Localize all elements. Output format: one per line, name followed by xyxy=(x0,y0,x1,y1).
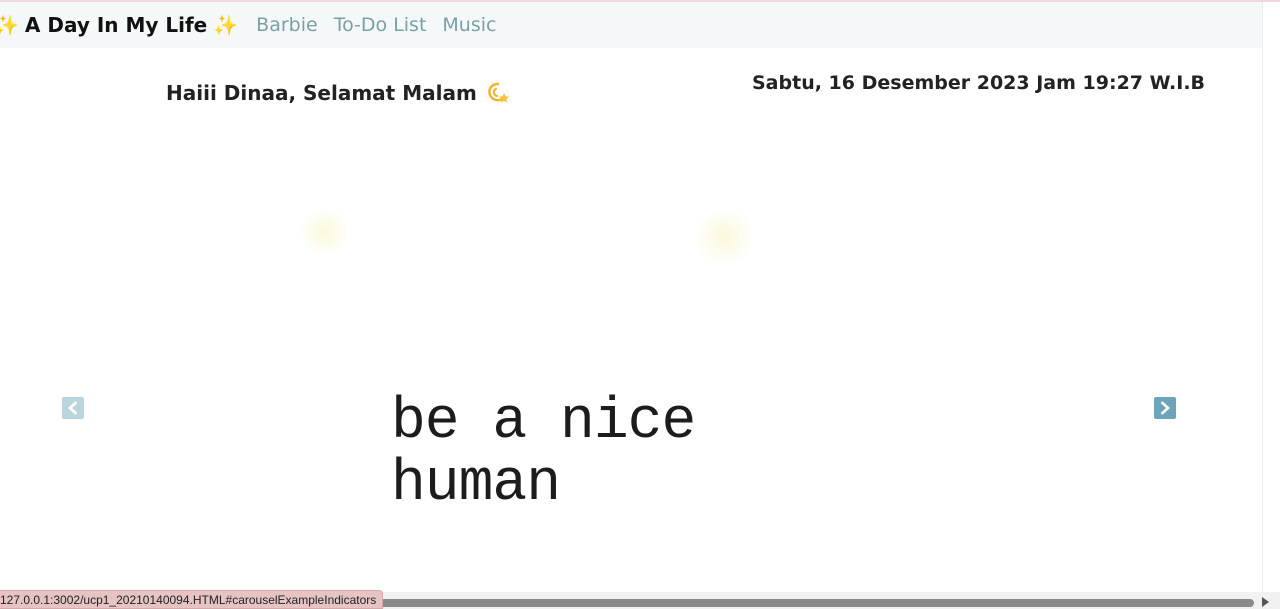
sparkles-icon: ✨ xyxy=(0,13,19,37)
carousel-next-button[interactable] xyxy=(1154,397,1176,419)
nav-link-todo-list[interactable]: To-Do List xyxy=(334,14,427,36)
sparkles-icon: ✨ xyxy=(213,13,239,37)
vertical-scrollbar[interactable] xyxy=(1262,2,1280,592)
status-bar-url: 127.0.0.1:3002/ucp1_20210140094.HTML#car… xyxy=(0,590,384,609)
chevron-right-icon xyxy=(1160,401,1170,415)
light-glow xyxy=(295,212,355,252)
carousel: be a nice human xyxy=(40,200,1200,590)
greeting-text: Haiii Dinaa, Selamat Malam xyxy=(166,81,477,105)
date-time: Sabtu, 16 Desember 2023 Jam 19:27 W.I.B xyxy=(752,72,1206,94)
chevron-left-icon xyxy=(68,401,78,415)
nav-link-barbie[interactable]: Barbie xyxy=(256,14,318,36)
slide-quote: be a nice human xyxy=(391,390,696,517)
dizzy-icon xyxy=(485,80,511,106)
navbar: ✨ A Day In My Life ✨ Barbie To-Do List M… xyxy=(0,2,1262,48)
greeting: Haiii Dinaa, Selamat Malam xyxy=(166,80,511,106)
carousel-prev-button[interactable] xyxy=(62,397,84,419)
brand-link[interactable]: ✨ A Day In My Life ✨ xyxy=(0,13,238,37)
nav-link-music[interactable]: Music xyxy=(442,14,496,36)
horizontal-scrollbar-thumb[interactable] xyxy=(360,599,1254,607)
scroll-right-arrow-icon[interactable] xyxy=(1262,597,1269,607)
brand-label: A Day In My Life xyxy=(24,13,208,37)
light-glow xyxy=(690,212,760,262)
slide-image: be a nice human xyxy=(295,212,765,542)
